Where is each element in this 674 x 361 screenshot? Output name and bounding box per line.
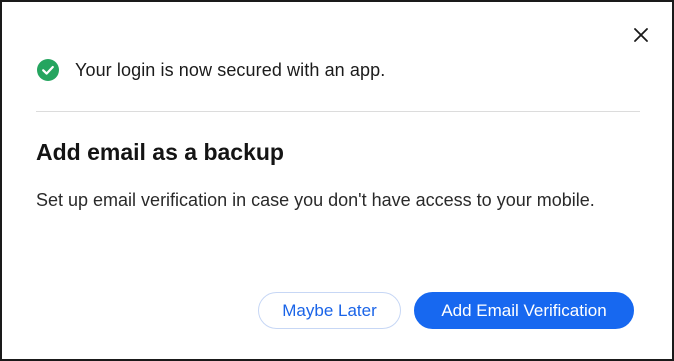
success-notice: Your login is now secured with an app. [37,57,385,83]
dialog-title: Add email as a backup [36,139,284,165]
check-circle-icon [37,59,59,81]
maybe-later-button[interactable]: Maybe Later [258,292,401,329]
close-icon [634,28,648,42]
backup-email-dialog: Your login is now secured with an app. A… [0,0,674,361]
success-message: Your login is now secured with an app. [75,59,386,80]
close-button[interactable] [628,22,654,48]
divider [36,111,640,112]
dialog-description: Set up email verification in case you do… [36,190,595,210]
add-email-verification-button[interactable]: Add Email Verification [414,292,634,329]
